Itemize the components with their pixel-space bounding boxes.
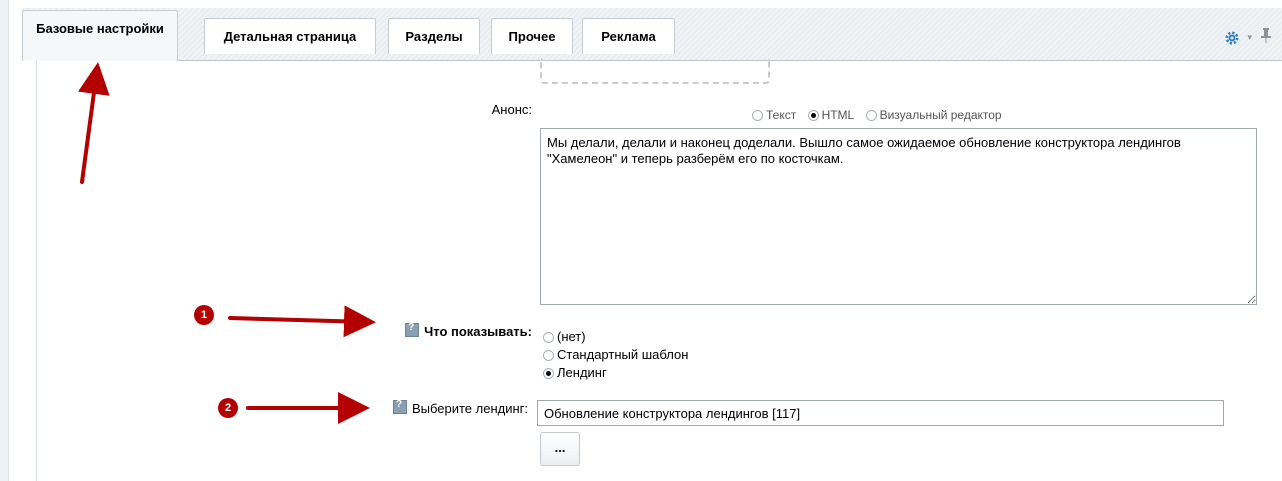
show-what-options: (нет) Стандартный шаблон Лендинг (543, 328, 688, 382)
show-option-landing[interactable]: Лендинг (543, 364, 688, 382)
page-left-gutter (0, 0, 9, 481)
tab-detail-page[interactable]: Детальная страница (204, 18, 376, 54)
image-dropzone[interactable] (540, 58, 770, 84)
annotation-badge-1: 1 (194, 305, 214, 325)
format-option-text[interactable]: Текст (752, 108, 796, 122)
radio-icon[interactable] (752, 110, 763, 121)
help-icon[interactable] (392, 399, 407, 414)
anons-format-selector: Текст HTML Визуальный редактор (752, 108, 1010, 122)
pin-icon[interactable] (1260, 27, 1272, 43)
browse-landing-button[interactable]: ... (540, 432, 580, 466)
tab-label: Прочее (508, 29, 556, 44)
gear-icon[interactable] (1224, 30, 1240, 46)
tab-sections[interactable]: Разделы (388, 18, 480, 54)
landing-label: Выберите лендинг: (340, 399, 528, 416)
show-option-none[interactable]: (нет) (543, 328, 688, 346)
chevron-down-icon[interactable]: ▾ (1247, 32, 1252, 43)
tab-other[interactable]: Прочее (491, 18, 573, 54)
radio-icon[interactable] (865, 110, 877, 121)
tab-basic-settings[interactable]: Базовые настройки (22, 10, 178, 61)
annotation-badge-2: 2 (218, 398, 238, 418)
tab-label: Разделы (405, 29, 463, 44)
anons-textarea[interactable]: Мы делали, делали и наконец доделали. Вы… (540, 128, 1257, 305)
landing-input[interactable] (537, 400, 1224, 426)
tab-label: Реклама (601, 29, 656, 44)
help-icon[interactable] (405, 322, 420, 337)
format-option-visual-editor[interactable]: Визуальный редактор (865, 108, 1002, 122)
anons-label: Анонс: (491, 102, 532, 117)
show-option-standard-template[interactable]: Стандартный шаблон (543, 346, 688, 364)
tab-label: Базовые настройки (36, 20, 164, 36)
radio-checked-icon[interactable] (543, 368, 554, 379)
radio-checked-icon[interactable] (807, 110, 819, 121)
show-what-label: Что показывать: (360, 322, 532, 339)
tab-bar: Базовые настройки Детальная страница Раз… (22, 8, 1282, 61)
content-divider (36, 60, 37, 481)
tab-advertising[interactable]: Реклама (582, 18, 675, 54)
tab-label: Детальная страница (223, 29, 357, 44)
radio-icon[interactable] (543, 332, 554, 343)
radio-icon[interactable] (543, 350, 554, 361)
format-option-html[interactable]: HTML (807, 108, 854, 122)
